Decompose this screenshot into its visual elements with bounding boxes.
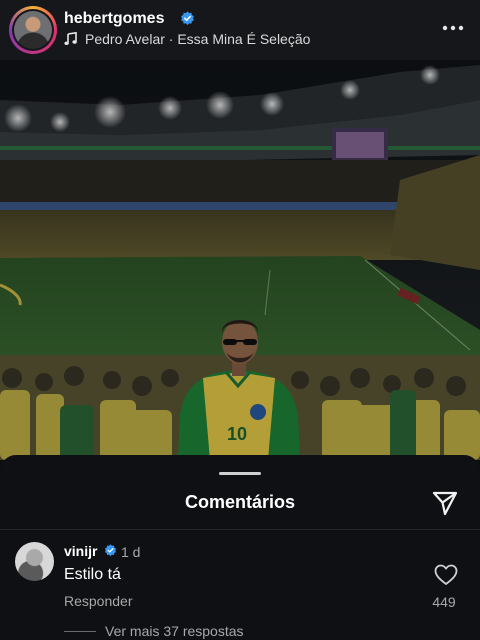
comment-timestamp: 1 d xyxy=(121,544,141,560)
post-photo[interactable]: 10 xyxy=(0,60,480,460)
comment-text: Estilo tá xyxy=(64,566,121,583)
replies-line xyxy=(64,631,96,632)
verified-badge-icon xyxy=(181,11,194,25)
share-send-icon[interactable] xyxy=(431,489,459,517)
reply-button[interactable]: Responder xyxy=(64,593,133,609)
music-note-icon xyxy=(64,32,77,45)
verified-badge-icon xyxy=(104,544,117,557)
post-username[interactable]: hebertgomes xyxy=(64,10,164,28)
heart-icon[interactable] xyxy=(434,564,458,586)
view-more-replies-button[interactable]: Ver mais 37 respostas xyxy=(105,623,244,639)
sheet-title: Comentários xyxy=(184,492,296,512)
comment-like-count: 449 xyxy=(432,594,456,610)
music-track-label[interactable]: Pedro Avelar · Essa Mina É Seleção xyxy=(85,31,310,47)
stadium-photo: 10 xyxy=(0,60,480,460)
post-header: hebertgomes Pedro Avelar · Essa Mina É S… xyxy=(0,0,480,60)
sheet-divider xyxy=(0,529,480,530)
commenter-avatar[interactable] xyxy=(15,542,54,581)
comments-sheet: Comentários vinijr 1 d Estilo tá Respond… xyxy=(0,455,480,640)
sheet-drag-handle[interactable] xyxy=(219,472,261,475)
profile-avatar[interactable] xyxy=(9,6,57,54)
more-options-icon[interactable] xyxy=(441,20,465,36)
commenter-username[interactable]: vinijr xyxy=(64,543,97,559)
